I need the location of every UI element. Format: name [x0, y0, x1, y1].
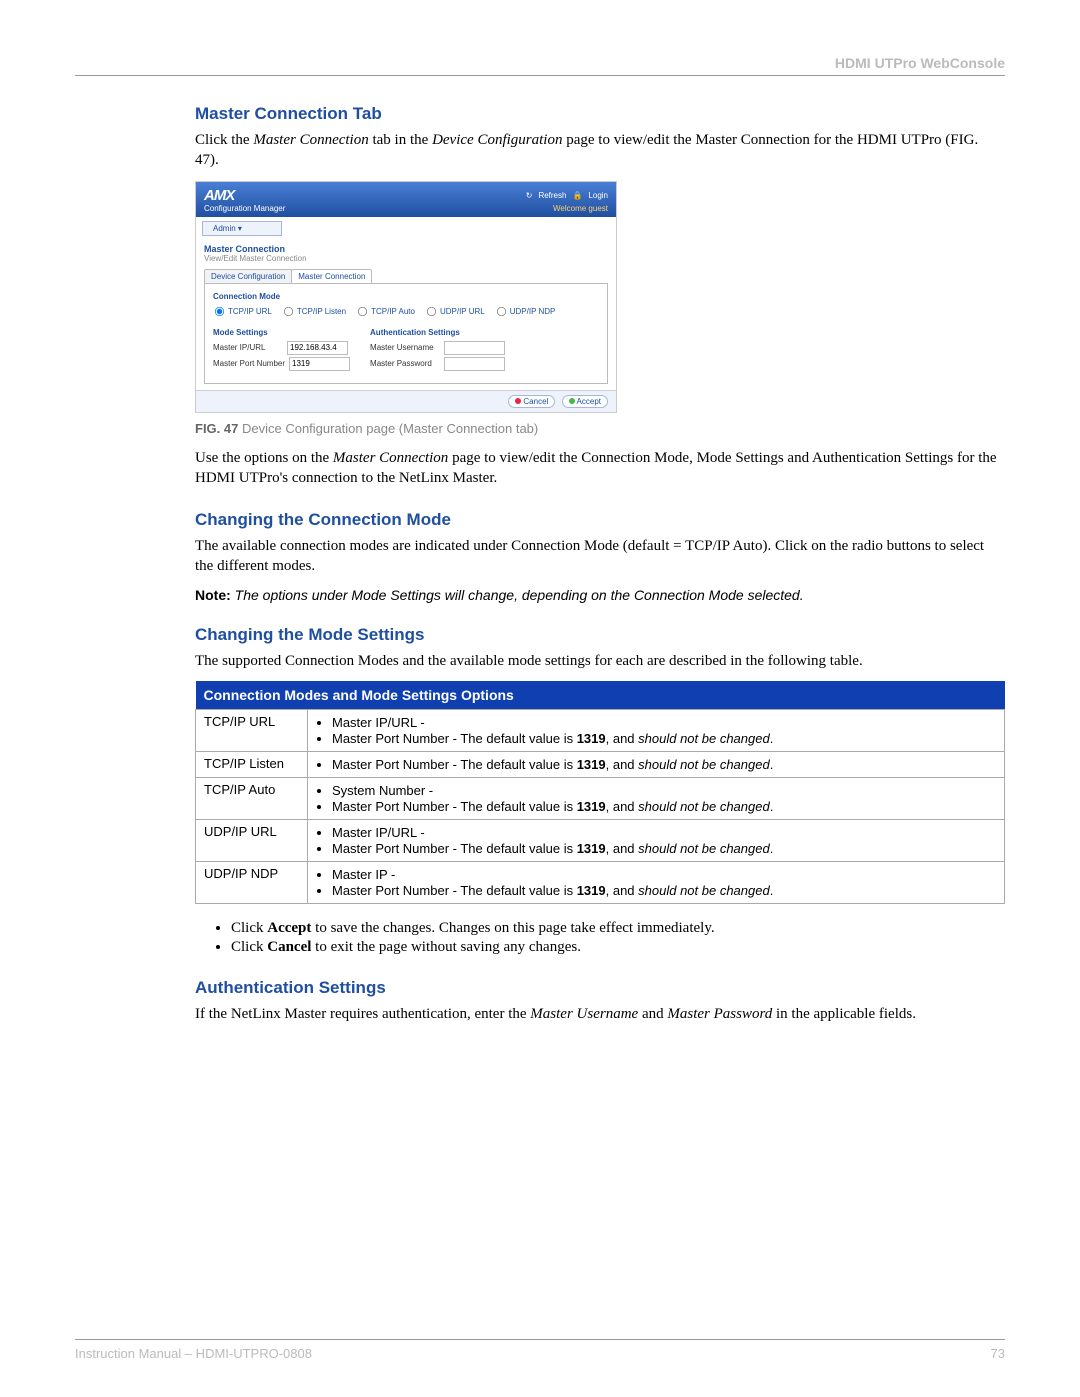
list-item: Click Accept to save the changes. Change… [231, 920, 1005, 937]
s2-p1: The available connection modes are indic… [195, 536, 1005, 577]
fig-footer: Cancel Accept [196, 390, 616, 412]
master-pass-input[interactable] [444, 357, 505, 371]
section-changing-mode-settings: Changing the Mode Settings [195, 625, 1005, 645]
fig-47-image: AMX Configuration Manager ↻ Refresh 🔒 Lo… [195, 181, 617, 413]
amx-logo-sub: Configuration Manager [204, 204, 285, 213]
mode-settings-label: Mode Settings [213, 328, 350, 337]
s3-p1: The supported Connection Modes and the a… [195, 651, 1005, 671]
table-row: TCP/IP ListenMaster Port Number - The de… [196, 751, 1005, 777]
master-port-label: Master Port Number [213, 359, 285, 368]
table-row: TCP/IP AutoSystem Number -Master Port Nu… [196, 777, 1005, 819]
radio-udp-ip-ndp[interactable]: UDP/IP NDP [495, 305, 556, 318]
footer-right: 73 [991, 1346, 1005, 1361]
master-ip-input[interactable] [287, 341, 348, 355]
radio-tcp-ip-listen[interactable]: TCP/IP Listen [282, 305, 346, 318]
refresh-link[interactable]: Refresh [538, 191, 566, 200]
fig-topbar: AMX Configuration Manager ↻ Refresh 🔒 Lo… [196, 182, 616, 217]
after-fig-p: Use the options on the Master Connection… [195, 448, 1005, 489]
cancel-button[interactable]: Cancel [508, 395, 555, 408]
master-ip-label: Master IP/URL [213, 343, 283, 352]
section-master-connection-tab: Master Connection Tab [195, 104, 1005, 124]
accept-cancel-list: Click Accept to save the changes. Change… [231, 920, 1005, 956]
radio-udp-ip-url[interactable]: UDP/IP URL [425, 305, 485, 318]
master-port-input[interactable] [289, 357, 350, 371]
fig-tabs: Device Configuration Master Connection [204, 269, 608, 283]
section-header: Master Connection View/Edit Master Conne… [196, 240, 616, 263]
master-pass-label: Master Password [370, 359, 440, 368]
table-row: UDP/IP URLMaster IP/URL -Master Port Num… [196, 819, 1005, 861]
s2-note: Note: The options under Mode Settings wi… [195, 587, 1005, 603]
s1-p1: Click the Master Connection tab in the D… [195, 130, 1005, 171]
amx-logo: AMX [204, 187, 285, 204]
auth-settings-label: Authentication Settings [370, 328, 505, 337]
cancel-icon [515, 398, 521, 404]
page-footer: Instruction Manual – HDMI-UTPRO-0808 73 [75, 1339, 1005, 1361]
radio-row: TCP/IP URL TCP/IP Listen TCP/IP Auto UDP/IP… [213, 305, 599, 318]
footer-left: Instruction Manual – HDMI-UTPRO-0808 [75, 1346, 312, 1361]
page-header-right: HDMI UTPro WebConsole [75, 55, 1005, 71]
connection-mode-label: Connection Mode [213, 292, 599, 301]
fig-47-caption: FIG. 47 Device Configuration page (Maste… [195, 421, 1005, 436]
refresh-icon[interactable]: ↻ [526, 191, 533, 200]
accept-icon [569, 398, 575, 404]
list-item: Click Cancel to exit the page without sa… [231, 939, 1005, 956]
top-links: ↻ Refresh 🔒 Login Welcome guest [526, 191, 608, 213]
accept-button[interactable]: Accept [562, 395, 608, 408]
welcome-text: Welcome guest [526, 204, 608, 213]
table-row: UDP/IP NDPMaster IP -Master Port Number … [196, 861, 1005, 903]
admin-dropdown[interactable]: Admin ▾ [202, 221, 282, 236]
tab-device-config[interactable]: Device Configuration [204, 269, 292, 283]
lock-icon[interactable]: 🔒 [572, 191, 582, 200]
section-auth-settings: Authentication Settings [195, 978, 1005, 998]
radio-tcp-ip-url[interactable]: TCP/IP URL [213, 305, 272, 318]
hr-top [75, 75, 1005, 76]
radio-tcp-ip-auto[interactable]: TCP/IP Auto [356, 305, 415, 318]
master-user-label: Master Username [370, 343, 440, 352]
master-user-input[interactable] [444, 341, 505, 355]
login-link[interactable]: Login [588, 191, 608, 200]
s4-p1: If the NetLinx Master requires authentic… [195, 1004, 1005, 1024]
tab-master-connection[interactable]: Master Connection [291, 269, 372, 283]
modes-table-header: Connection Modes and Mode Settings Optio… [196, 681, 1005, 710]
fig-panel: Connection Mode TCP/IP URLTCP/IP ListenT… [204, 283, 608, 384]
modes-table: Connection Modes and Mode Settings Optio… [195, 681, 1005, 904]
section-changing-connection-mode: Changing the Connection Mode [195, 510, 1005, 530]
table-row: TCP/IP URLMaster IP/URL -Master Port Num… [196, 709, 1005, 751]
